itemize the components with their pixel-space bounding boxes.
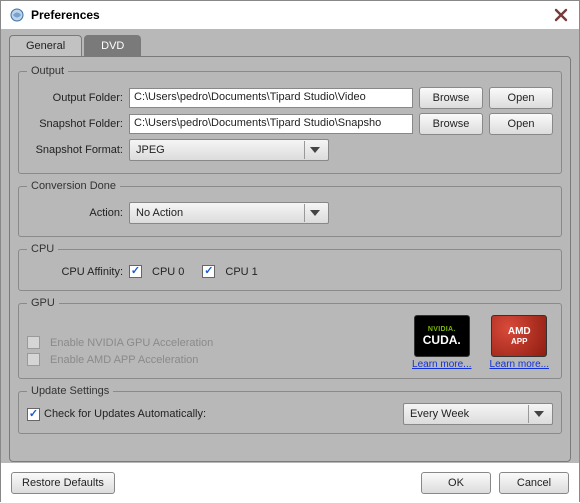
snapshot-format-select[interactable]: JPEG (129, 139, 329, 161)
chevron-down-icon (528, 405, 548, 423)
group-cpu: CPU CPU Affinity: CPU 0 CPU 1 (18, 243, 562, 291)
conversion-action-select[interactable]: No Action (129, 202, 329, 224)
tab-dvd[interactable]: DVD (84, 35, 141, 56)
group-update-legend: Update Settings (27, 385, 113, 397)
snapshot-format-label: Snapshot Format: (27, 144, 123, 156)
cpu0-label: CPU 0 (152, 266, 184, 278)
snapshot-folder-browse-button[interactable]: Browse (419, 113, 483, 135)
tab-dvd-label: DVD (101, 40, 124, 52)
amd-learn-more-link[interactable]: Learn more... (490, 359, 549, 370)
output-folder-label: Output Folder: (27, 92, 123, 104)
group-cpu-legend: CPU (27, 243, 58, 255)
chevron-down-icon (304, 204, 324, 222)
nvidia-badge: NVIDIA. CUDA. Learn more... (412, 315, 471, 370)
dialog-body: General DVD Output Output Folder: C:\Use… (1, 29, 579, 463)
cpu1-checkbox[interactable] (202, 265, 215, 278)
nvidia-cuda-icon: NVIDIA. CUDA. (414, 315, 470, 357)
titlebar: Preferences (1, 1, 579, 29)
restore-defaults-button[interactable]: Restore Defaults (11, 472, 115, 494)
snapshot-folder-input[interactable]: C:\Users\pedro\Documents\Tipard Studio\S… (129, 114, 413, 134)
cpu-affinity-label: CPU Affinity: (27, 266, 123, 278)
group-conversion-done: Conversion Done Action: No Action (18, 180, 562, 237)
cpu0-checkbox[interactable] (129, 265, 142, 278)
tab-bar: General DVD (9, 35, 571, 56)
app-icon (9, 7, 25, 23)
snapshot-folder-label: Snapshot Folder: (27, 118, 123, 130)
check-updates-checkbox[interactable] (27, 408, 40, 421)
conversion-action-label: Action: (27, 207, 123, 219)
tab-general[interactable]: General (9, 35, 82, 56)
amd-badge-top: AMD (508, 326, 531, 337)
tab-general-label: General (26, 40, 65, 52)
amd-accel-label: Enable AMD APP Acceleration (50, 354, 198, 366)
group-update-settings: Update Settings Check for Updates Automa… (18, 385, 562, 434)
chevron-down-icon (304, 141, 324, 159)
nvidia-badge-top: NVIDIA. (428, 326, 456, 333)
check-updates-label: Check for Updates Automatically: (44, 408, 206, 420)
output-folder-browse-button[interactable]: Browse (419, 87, 483, 109)
close-button[interactable] (551, 5, 571, 25)
cancel-button[interactable]: Cancel (499, 472, 569, 494)
tab-panel: Output Output Folder: C:\Users\pedro\Doc… (9, 56, 571, 462)
group-gpu: GPU Enable NVIDIA GPU Acceleration Enabl… (18, 297, 562, 379)
group-output-legend: Output (27, 65, 68, 77)
output-folder-open-button[interactable]: Open (489, 87, 553, 109)
amd-badge: AMD APP Learn more... (490, 315, 549, 370)
output-folder-input[interactable]: C:\Users\pedro\Documents\Tipard Studio\V… (129, 88, 413, 108)
amd-app-icon: AMD APP (491, 315, 547, 357)
amd-badge-bot: APP (511, 337, 527, 346)
ok-button[interactable]: OK (421, 472, 491, 494)
nvidia-accel-label: Enable NVIDIA GPU Acceleration (50, 337, 213, 349)
dialog-footer: Restore Defaults OK Cancel (1, 463, 579, 503)
snapshot-folder-open-button[interactable]: Open (489, 113, 553, 135)
nvidia-learn-more-link[interactable]: Learn more... (412, 359, 471, 370)
update-interval-select[interactable]: Every Week (403, 403, 553, 425)
update-interval-value: Every Week (410, 408, 524, 420)
conversion-action-value: No Action (136, 207, 300, 219)
group-output: Output Output Folder: C:\Users\pedro\Doc… (18, 65, 562, 174)
cpu1-label: CPU 1 (225, 266, 257, 278)
snapshot-format-value: JPEG (136, 144, 300, 156)
nvidia-accel-checkbox (27, 336, 40, 349)
group-gpu-legend: GPU (27, 297, 59, 309)
preferences-window: Preferences General DVD Output Output Fo… (0, 0, 580, 502)
window-title: Preferences (31, 8, 100, 22)
nvidia-badge-bot: CUDA. (423, 333, 461, 347)
group-conversion-legend: Conversion Done (27, 180, 120, 192)
amd-accel-checkbox (27, 353, 40, 366)
